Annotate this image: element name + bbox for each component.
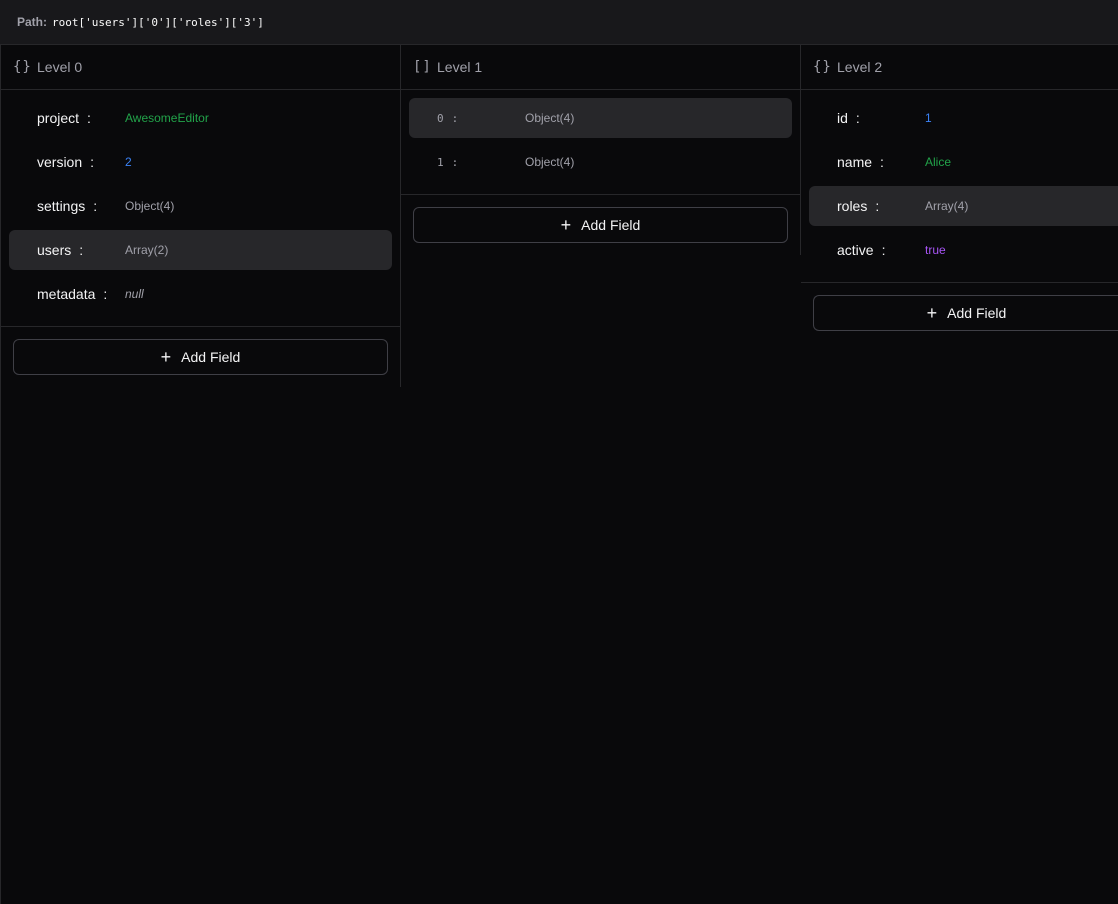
add-field-label: Add Field <box>581 217 641 233</box>
field-row-project[interactable]: project: AwesomeEditor <box>9 98 392 138</box>
field-key: version: <box>37 154 95 170</box>
field-row-version[interactable]: version: 2 <box>9 142 392 182</box>
path-value: root['users']['0']['roles']['3'] <box>52 15 264 29</box>
array-brackets-icon: [] <box>413 59 432 75</box>
plus-icon: + <box>160 347 172 367</box>
object-braces-icon: {} <box>813 59 832 75</box>
column-header: {} Level 2 <box>801 45 1118 90</box>
field-value: true <box>925 243 946 257</box>
field-key: metadata: <box>37 286 108 302</box>
column-level-2: {} Level 2 id: 1 name: Alice roles: Arra… <box>801 45 1118 343</box>
object-braces-icon: {} <box>13 59 32 75</box>
column-header: {} Level 0 <box>1 45 400 90</box>
add-field-label: Add Field <box>947 305 1007 321</box>
field-key: settings: <box>37 198 98 214</box>
field-row-0[interactable]: 0: Object(4) <box>409 98 792 138</box>
field-value: Object(4) <box>525 155 575 169</box>
field-key: project: <box>37 110 91 126</box>
field-value: Array(4) <box>925 199 969 213</box>
field-row-name[interactable]: name: Alice <box>809 142 1118 182</box>
field-row-active[interactable]: active: true <box>809 230 1118 270</box>
column-level-0: {} Level 0 project: AwesomeEditor versio… <box>1 45 401 387</box>
field-row-users[interactable]: users: Array(2) <box>9 230 392 270</box>
field-row-roles[interactable]: roles: Array(4) <box>809 186 1118 226</box>
field-row-metadata[interactable]: metadata: null <box>9 274 392 314</box>
field-row-1[interactable]: 1: Object(4) <box>409 142 792 182</box>
plus-icon: + <box>926 303 938 323</box>
field-key: 0: <box>437 111 459 125</box>
field-key: id: <box>837 110 860 126</box>
field-key: 1: <box>437 155 459 169</box>
field-value: Array(2) <box>125 243 169 257</box>
path-label: Path: <box>17 15 47 29</box>
field-value: null <box>125 287 144 301</box>
field-key: name: <box>837 154 884 170</box>
field-value: 2 <box>125 155 132 169</box>
path-bar: Path: root['users']['0']['roles']['3'] <box>0 0 1118 45</box>
field-value: Alice <box>925 155 952 169</box>
field-value: Object(4) <box>525 111 575 125</box>
column-level-1: [] Level 1 0: Object(4) 1: Object(4) + A… <box>401 45 801 255</box>
column-title: Level 1 <box>437 59 483 75</box>
field-key: users: <box>37 242 84 258</box>
field-key: roles: <box>837 198 880 214</box>
column-browser: {} Level 0 project: AwesomeEditor versio… <box>0 45 1118 904</box>
field-value: Object(4) <box>125 199 175 213</box>
field-value: 1 <box>925 111 932 125</box>
column-title: Level 0 <box>37 59 83 75</box>
field-row-id[interactable]: id: 1 <box>809 98 1118 138</box>
column-header: [] Level 1 <box>401 45 800 90</box>
add-field-button[interactable]: + Add Field <box>413 207 788 243</box>
field-key: active: <box>837 242 886 258</box>
field-row-settings[interactable]: settings: Object(4) <box>9 186 392 226</box>
add-field-label: Add Field <box>181 349 241 365</box>
field-value: AwesomeEditor <box>125 111 209 125</box>
column-title: Level 2 <box>837 59 883 75</box>
add-field-button[interactable]: + Add Field <box>813 295 1118 331</box>
plus-icon: + <box>560 215 572 235</box>
add-field-button[interactable]: + Add Field <box>13 339 388 375</box>
